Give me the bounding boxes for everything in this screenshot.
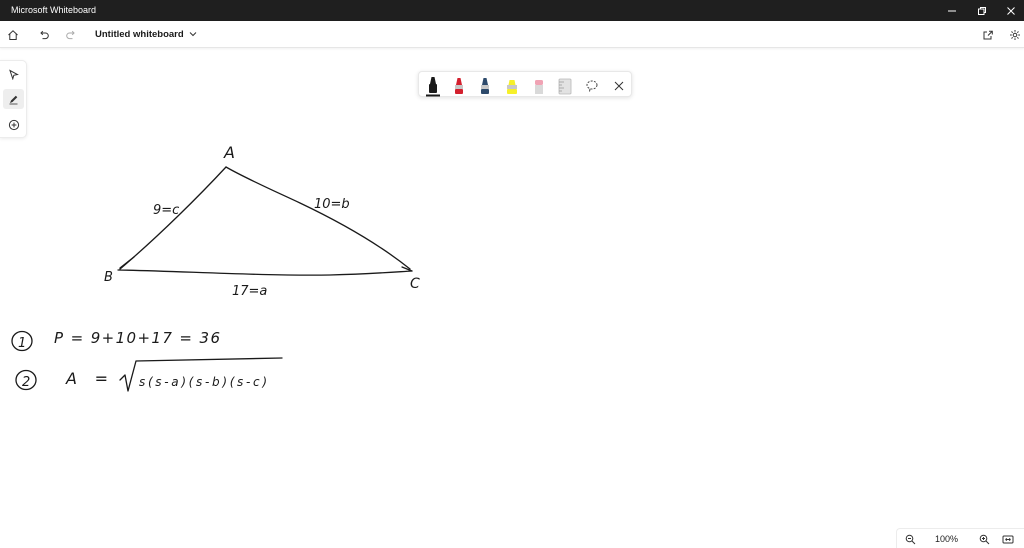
share-icon [983, 30, 993, 40]
app-toolbar: Untitled whiteboard [0, 21, 1024, 48]
step2-lhs: A = [65, 369, 108, 388]
triangle-side-bc [117, 269, 413, 276]
zoom-out-icon [905, 534, 915, 544]
board-title[interactable]: Untitled whiteboard [95, 29, 184, 40]
share-button[interactable] [979, 26, 997, 44]
zoom-in-icon [979, 534, 989, 544]
redo-icon [66, 30, 75, 40]
step1-equation: P = 9+10+17 = 36 [54, 329, 220, 347]
side-a-label: 17=a [232, 284, 267, 299]
step2-radicand: s(s-a)(s-b)(s-c) [139, 375, 267, 389]
home-button[interactable] [4, 26, 22, 44]
window-titlebar: Microsoft Whiteboard [0, 0, 1024, 21]
redo-button[interactable] [62, 26, 80, 44]
chevron-down-icon[interactable] [188, 29, 198, 39]
settings-button[interactable] [1006, 26, 1024, 44]
vertex-b-tick [119, 256, 135, 269]
side-c-label: 9=c [153, 203, 179, 218]
minimize-button[interactable] [937, 0, 967, 21]
restore-icon [978, 6, 986, 15]
undo-button[interactable] [35, 26, 53, 44]
zoom-controls: 100% [896, 528, 1024, 548]
settings-icon [1010, 30, 1020, 40]
minimize-icon [948, 10, 956, 11]
fit-screen-icon [1002, 535, 1014, 543]
whiteboard-canvas[interactable]: A B C 9=c 10=b 17=a 1 P = 9+10+17 = 36 2… [0, 48, 1024, 548]
home-icon [8, 30, 18, 40]
step1-number: 1 [18, 336, 26, 351]
step2-number: 2 [22, 375, 30, 390]
zoom-out-button[interactable] [903, 532, 917, 546]
restore-button[interactable] [967, 0, 997, 21]
vertex-c-label: C [410, 276, 420, 292]
side-b-label: 10=b [314, 197, 350, 212]
zoom-in-button[interactable] [977, 532, 991, 546]
close-window-button[interactable] [996, 0, 1024, 21]
undo-icon [40, 30, 49, 40]
fit-to-screen-button[interactable] [1001, 532, 1015, 546]
vertex-b-label: B [104, 270, 113, 285]
close-icon [1007, 6, 1015, 15]
vertex-a-label: A [223, 143, 235, 162]
triangle-side-ac [225, 166, 411, 270]
zoom-level: 100% [935, 534, 959, 544]
triangle-side-ab [119, 166, 227, 270]
window-title: Microsoft Whiteboard [11, 5, 97, 15]
